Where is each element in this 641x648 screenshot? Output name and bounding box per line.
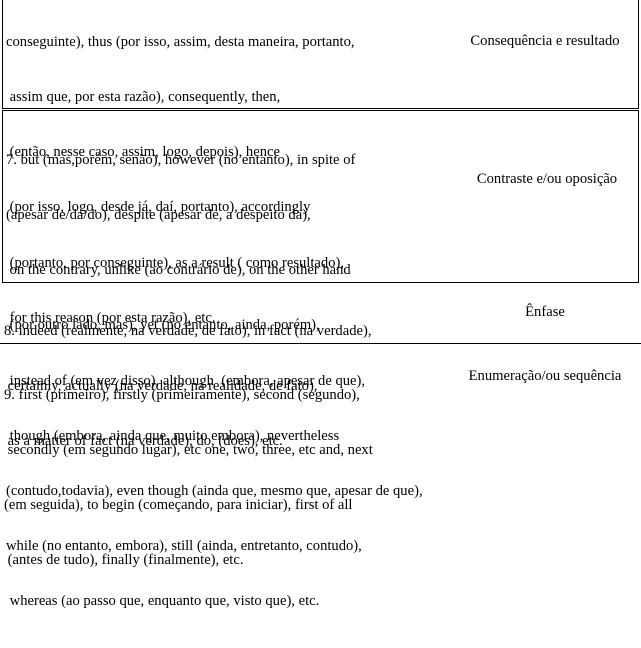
category-label: Enumeração/ou sequência: [468, 368, 622, 384]
cell-line: (apesar de/da/do), despite (apesar de, a…: [6, 207, 311, 224]
table-border-right: [638, 0, 639, 109]
table-row-enumeration: 9. first (primeiro), firstly (primeirame…: [0, 349, 641, 568]
cell-line: conseguinte), thus (por isso, assim, des…: [6, 33, 355, 50]
connectives-cell: 9. first (primeiro), firstly (primeirame…: [4, 349, 373, 607]
table-border-left: [2, 0, 3, 109]
cell-line: (antes de tudo), finally (finalmente), e…: [4, 552, 244, 569]
cell-line: on the contrary, unlike (ao contrário de…: [6, 262, 351, 279]
category-label: Consequência e resultado: [470, 33, 620, 49]
cell-line: (em seguida), to begin (começando, para …: [4, 497, 353, 514]
row-divider: [2, 282, 639, 283]
cell-line: 9. first (primeiro), firstly (primeirame…: [4, 386, 360, 403]
cell-line: 7. but (mas,porém, senão), however (no e…: [6, 151, 356, 168]
row-divider: [2, 110, 639, 111]
table-row-emphasis: 8. indeed (realmente, na verdade, de fat…: [0, 285, 641, 449]
category-label: Ênfase: [525, 304, 565, 320]
cell-line: secondly (em segundo lugar), etc one, tw…: [4, 442, 373, 459]
table-border-right: [638, 110, 639, 283]
category-label: Contraste e/ou oposição: [476, 171, 618, 187]
cell-line: 8. indeed (realmente, na verdade, de fat…: [4, 322, 372, 339]
cell-line: assim que, por esta razão), consequently…: [6, 89, 281, 106]
table-row-consequence: conseguinte), thus (por isso, assim, des…: [0, 0, 641, 326]
row-divider: [2, 108, 639, 109]
table-border-left: [2, 110, 3, 283]
row-divider: [0, 343, 641, 344]
table-row-contrast: 7. but (mas,porém, senão), however (no e…: [0, 114, 641, 610]
